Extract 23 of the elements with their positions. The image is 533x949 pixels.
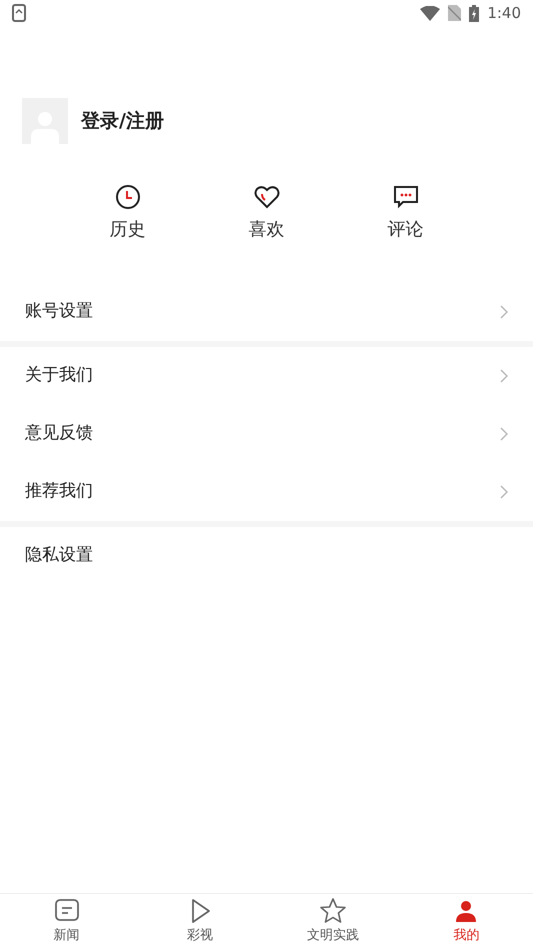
- wifi-icon: [420, 6, 440, 20]
- nav-tab[interactable]: 彩视: [133, 894, 266, 949]
- menu-item[interactable]: 意见反馈: [0, 405, 533, 463]
- menu-item[interactable]: 关于我们: [0, 347, 533, 405]
- menu-item[interactable]: 推荐我们: [0, 463, 533, 521]
- clock-icon: [114, 184, 140, 210]
- shortcut-button[interactable]: 历史: [58, 184, 197, 243]
- login-link[interactable]: 登录/注册: [81, 106, 164, 136]
- menu-item[interactable]: 账号设置: [0, 283, 533, 341]
- battery-icon: [469, 4, 480, 22]
- star-icon: [320, 898, 346, 924]
- nav-tab[interactable]: 新闻: [0, 894, 134, 949]
- no-sim-icon: [448, 5, 462, 21]
- status-time: 1:40: [487, 2, 521, 24]
- shortcut-button[interactable]: 评论: [336, 184, 475, 243]
- heart-icon: [254, 184, 280, 210]
- nav-tab[interactable]: 文明实践: [266, 894, 400, 949]
- nav-tab[interactable]: 我的: [400, 894, 533, 949]
- screenshot-icon: [12, 4, 26, 22]
- document-icon: [54, 898, 80, 924]
- menu-item[interactable]: 隐私设置: [0, 527, 533, 585]
- speech-bubble-icon: [392, 184, 418, 210]
- shortcut-button[interactable]: 喜欢: [197, 184, 336, 243]
